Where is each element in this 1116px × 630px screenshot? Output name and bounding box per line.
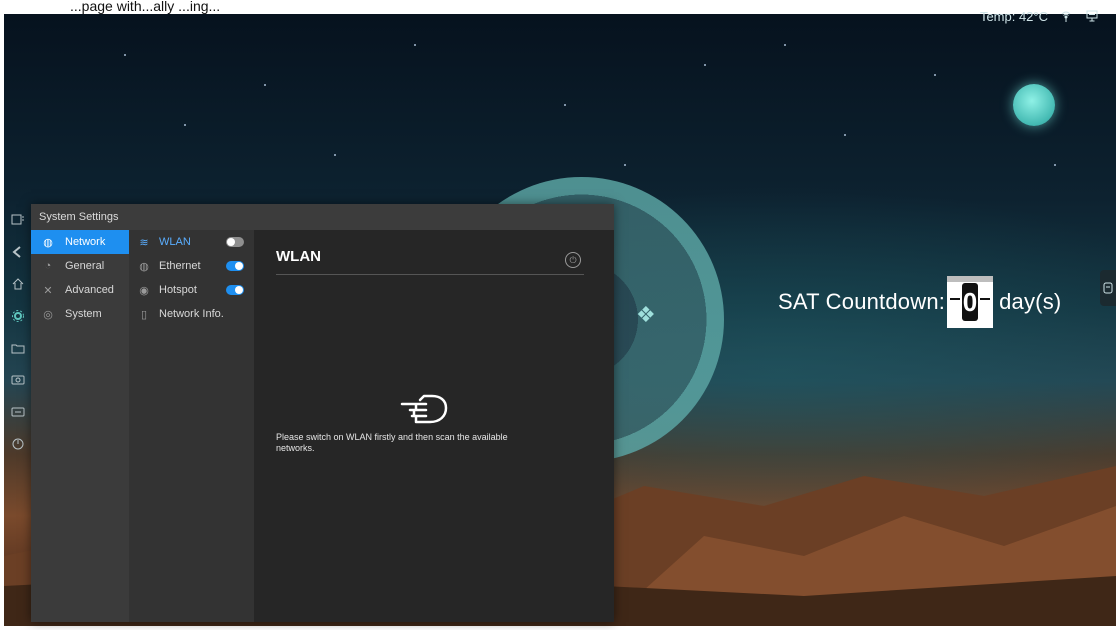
- divider: [276, 274, 584, 275]
- countdown-value: 0: [962, 283, 979, 321]
- wlan-toggle[interactable]: [226, 237, 244, 247]
- nav-item-advanced[interactable]: ✕ Advanced: [31, 278, 129, 302]
- nav-item-general[interactable]: ◔ General: [31, 254, 129, 278]
- settings-gear-icon[interactable]: [4, 300, 32, 332]
- settings-window-icon[interactable]: [4, 204, 32, 236]
- pointing-hand-icon: [400, 394, 448, 424]
- subnav-item-network-info[interactable]: ▯ Network Info.: [129, 302, 254, 326]
- network-subcategory-list: ≋ WLAN ◍ Ethernet ◉ Hotspot ▯ Network In…: [129, 230, 254, 622]
- system-settings-window: System Settings ◍ Network ◔ General ✕ Ad…: [31, 204, 614, 622]
- palette-icon: ◔: [44, 260, 52, 272]
- wireless-signal-icon: [1058, 8, 1074, 24]
- countdown-label: SAT Countdown:: [778, 289, 946, 314]
- input-source-icon[interactable]: [4, 396, 32, 428]
- sat-countdown-widget: SAT Countdown: 0 day(s): [778, 276, 1061, 328]
- settings-category-list: ◍ Network ◔ General ✕ Advanced ◎ System: [31, 230, 129, 622]
- countdown-digit-card: 0: [947, 276, 994, 328]
- nav-item-label: Advanced: [65, 284, 114, 296]
- home-icon[interactable]: [4, 268, 32, 300]
- window-title: System Settings: [31, 204, 614, 230]
- nav-item-system[interactable]: ◎ System: [31, 302, 129, 326]
- monitor-icon[interactable]: [1084, 8, 1100, 24]
- left-dock: [4, 204, 32, 498]
- top-caption: ...page with...ally ...ing...: [0, 0, 1116, 14]
- hotspot-icon: ◉: [139, 284, 149, 297]
- nav-item-label: System: [65, 308, 102, 320]
- info-icon: ▯: [140, 308, 148, 321]
- countdown-unit: day(s): [999, 289, 1062, 314]
- status-bar: Temp: 42°C: [980, 8, 1100, 24]
- power-icon[interactable]: [4, 428, 32, 460]
- pane-title: WLAN: [276, 248, 321, 265]
- wlan-pane: WLAN ⏻ Please switch on WLAN firstly and…: [254, 230, 614, 622]
- system-icon: ◎: [43, 308, 53, 321]
- subnav-item-wlan[interactable]: ≋ WLAN: [129, 230, 254, 254]
- subnav-item-label: Ethernet: [159, 260, 201, 272]
- subnav-item-hotspot[interactable]: ◉ Hotspot: [129, 278, 254, 302]
- back-icon[interactable]: [4, 236, 32, 268]
- floating-ball-button[interactable]: [1013, 84, 1055, 126]
- hotspot-toggle[interactable]: [226, 285, 244, 295]
- screen-capture-icon[interactable]: [4, 364, 32, 396]
- subnav-item-label: WLAN: [159, 236, 191, 248]
- nav-item-label: Network: [65, 236, 106, 248]
- subnav-item-ethernet[interactable]: ◍ Ethernet: [129, 254, 254, 278]
- temperature-readout: Temp: 42°C: [979, 8, 1048, 24]
- folder-icon[interactable]: [4, 332, 32, 364]
- globe-icon: ◍: [43, 236, 53, 249]
- wifi-icon: ≋: [139, 236, 149, 249]
- wlan-scan-button[interactable]: ⏻: [565, 252, 581, 268]
- subnav-item-label: Hotspot: [159, 284, 197, 296]
- tools-icon: ✕: [43, 284, 53, 297]
- side-toolbar-handle[interactable]: [1100, 270, 1116, 306]
- apps-grid-icon[interactable]: ❖: [636, 302, 662, 328]
- globe-icon: ◍: [139, 260, 149, 273]
- nav-item-label: General: [65, 260, 105, 272]
- subnav-item-label: Network Info.: [159, 308, 224, 320]
- ethernet-toggle[interactable]: [226, 261, 244, 271]
- wlan-hint-text: Please switch on WLAN firstly and then s…: [276, 432, 508, 453]
- nav-item-network[interactable]: ◍ Network: [31, 230, 129, 254]
